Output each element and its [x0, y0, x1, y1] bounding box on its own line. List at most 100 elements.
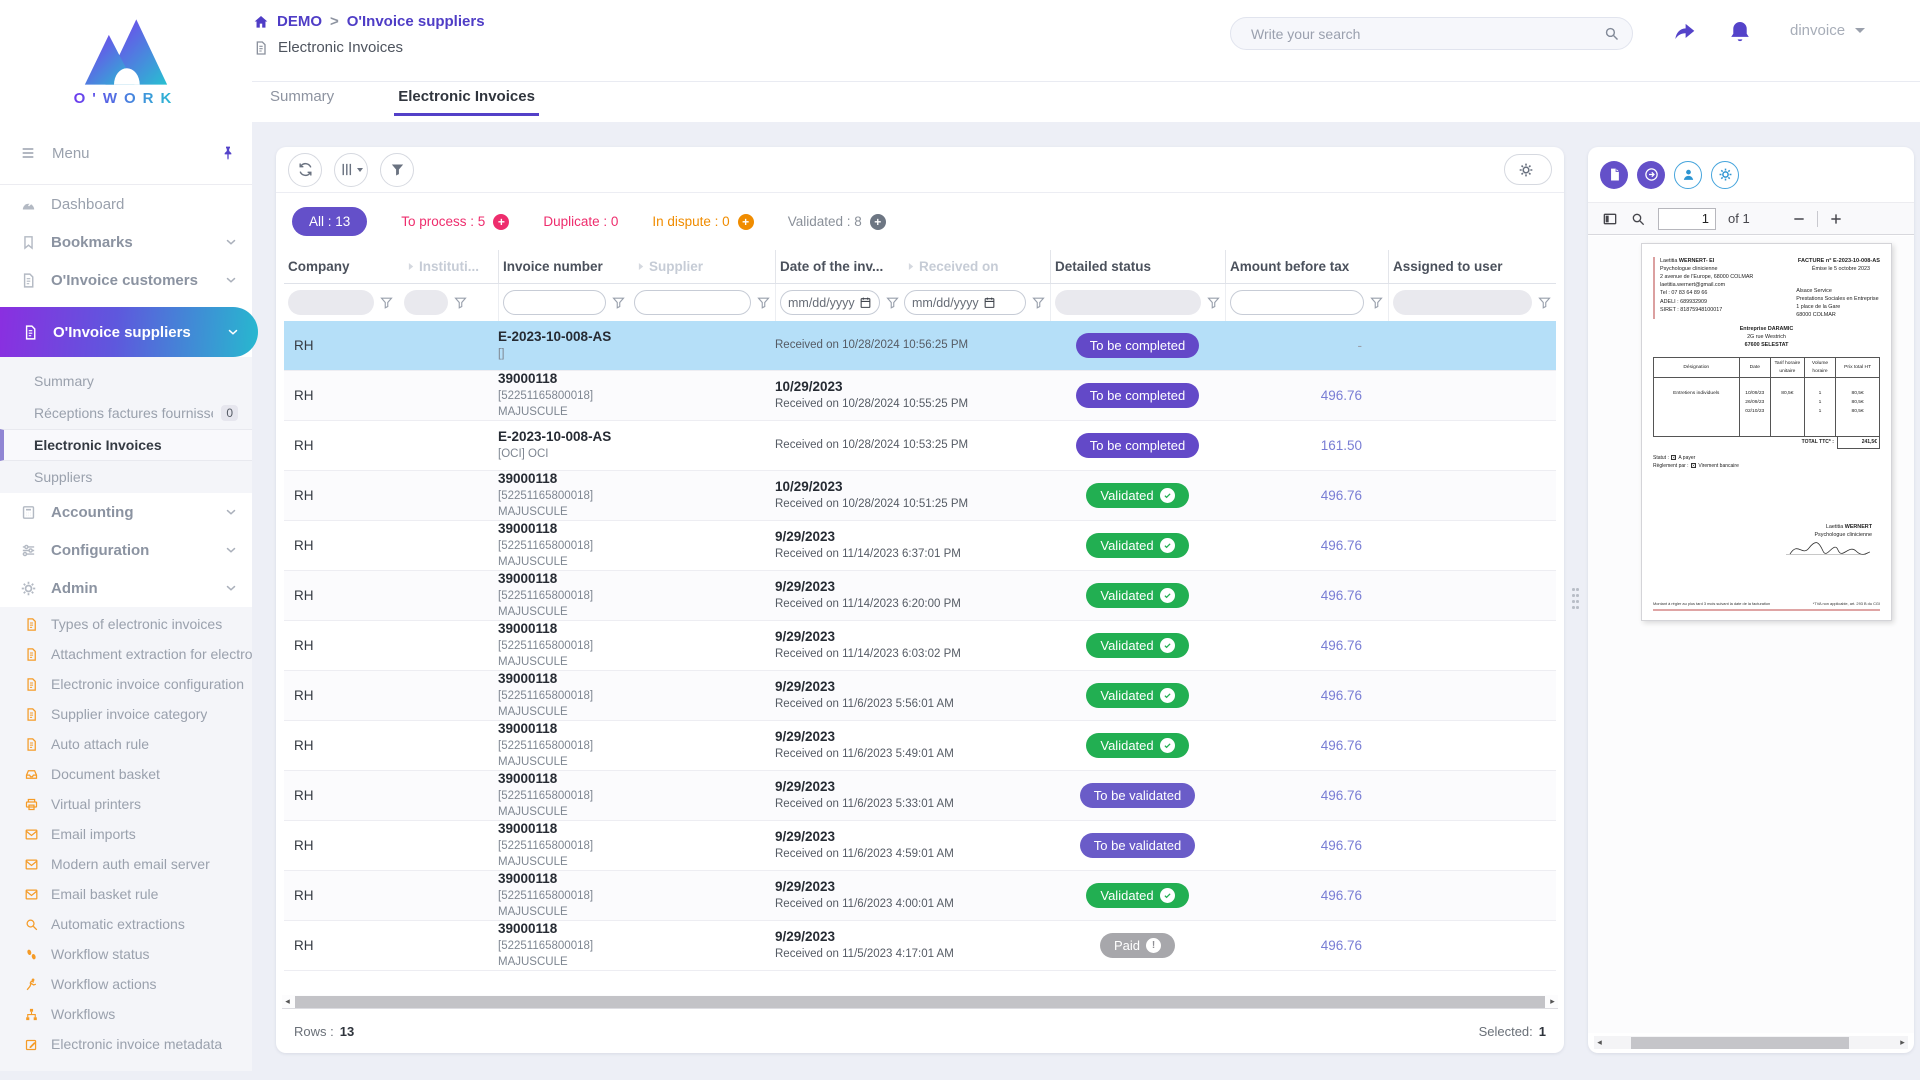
amount-link[interactable]: 496.76 [1225, 471, 1388, 520]
funnel-o-icon[interactable] [1031, 295, 1046, 310]
amount-link[interactable]: 496.76 [1225, 771, 1388, 820]
assign-user-button[interactable] [1674, 161, 1702, 189]
funnel-o-icon[interactable] [453, 295, 468, 310]
filter-pill-in-dispute[interactable]: In dispute : 0+ [652, 214, 753, 230]
column-header-company[interactable]: Company [284, 250, 400, 283]
scroll-right-arrow[interactable]: ▸ [1547, 997, 1558, 1006]
columns-button[interactable] [334, 153, 368, 187]
column-header-invoice-number[interactable]: Invoice number [498, 250, 630, 283]
sidebar-subitem-email-imports[interactable]: Email imports [0, 819, 252, 849]
scroll-left-arrow[interactable]: ◂ [282, 997, 293, 1006]
pdf-settings-button[interactable] [1711, 161, 1739, 189]
filter-button[interactable] [380, 153, 414, 187]
search-input[interactable] [1249, 25, 1603, 43]
column-header-instituti[interactable]: Instituti... [400, 250, 498, 283]
funnel-o-icon[interactable] [1369, 295, 1384, 310]
column-header-supplier[interactable]: Supplier [630, 250, 775, 283]
amount-link[interactable]: 496.76 [1225, 871, 1388, 920]
scroll-left-arrow[interactable]: ◂ [1594, 1038, 1605, 1047]
hamburger-icon[interactable] [20, 145, 36, 161]
sidebar-subitem-electronic-invoice-configuration[interactable]: Electronic invoice configuration [0, 669, 252, 699]
column-header-assigned-to-user[interactable]: Assigned to user [1388, 250, 1556, 283]
amount-link[interactable]: 496.76 [1225, 521, 1388, 570]
sidebar-subitem-r-ceptions-factures-fournisseurs[interactable]: Réceptions factures fournisseurs0 [0, 397, 252, 429]
sidebar-menu-toggle[interactable]: Menu [0, 122, 252, 185]
pin-icon[interactable] [220, 145, 236, 161]
column-header-date-of-the-inv[interactable]: Date of the inv... [775, 250, 900, 283]
sidebar-subitem-suppliers[interactable]: Suppliers [0, 461, 252, 493]
filter-pill-to-process[interactable]: To process : 5+ [401, 214, 509, 230]
user-menu[interactable]: dinvoice [1790, 22, 1865, 39]
plus-circle-icon[interactable]: + [738, 214, 754, 230]
table-row[interactable]: RH39000118[52251165800018] MAJUSCULE9/29… [284, 821, 1556, 871]
sidebar-subitem-workflow-status[interactable]: Workflow status [0, 939, 252, 969]
scroll-right-arrow[interactable]: ▸ [1897, 1038, 1908, 1047]
notifications-button[interactable] [1727, 19, 1753, 45]
funnel-o-icon[interactable] [379, 295, 394, 310]
table-row[interactable]: RH39000118[52251165800018] MAJUSCULE9/29… [284, 771, 1556, 821]
tab-summary[interactable]: Summary [266, 85, 338, 116]
table-settings-button[interactable] [1504, 154, 1552, 185]
sidebar-item-configuration[interactable]: Configuration [0, 531, 252, 569]
table-row[interactable]: RH39000118[52251165800018] MAJUSCULE9/29… [284, 521, 1556, 571]
amount-link[interactable]: 496.76 [1225, 921, 1388, 970]
sidebar-subitem-attachment-extraction-for-electron[interactable]: Attachment extraction for electron [0, 639, 252, 669]
sidebar-subitem-types-of-electronic-invoices[interactable]: Types of electronic invoices [0, 609, 252, 639]
funnel-o-icon[interactable] [1537, 295, 1552, 310]
app-logo[interactable]: O'WORK [0, 0, 252, 122]
filter-pill-validated[interactable]: Validated : 8+ [788, 214, 886, 230]
sidebar-subitem-email-basket-rule[interactable]: Email basket rule [0, 879, 252, 909]
sidebar-subitem-supplier-invoice-category[interactable]: Supplier invoice category [0, 699, 252, 729]
sidebar-item-bookmarks[interactable]: Bookmarks [0, 223, 252, 261]
filter-pill-duplicate[interactable]: Duplicate : 0 [543, 214, 618, 229]
amount-link[interactable]: 496.76 [1225, 721, 1388, 770]
page-number-input[interactable] [1658, 208, 1716, 230]
amount-link[interactable]: 496.76 [1225, 621, 1388, 670]
table-row[interactable]: RH39000118[52251165800018] MAJUSCULE9/29… [284, 571, 1556, 621]
zoom-out-icon[interactable] [1791, 211, 1807, 227]
sidebar-subitem-electronic-invoices[interactable]: Electronic Invoices [0, 429, 252, 461]
funnel-o-icon[interactable] [756, 295, 771, 310]
search-icon[interactable] [1630, 211, 1646, 227]
scrollbar-thumb[interactable] [1631, 1037, 1849, 1049]
sidebar-subitem-electronic-invoice-metadata[interactable]: Electronic invoice metadata [0, 1029, 252, 1059]
sidebar-subitem-summary[interactable]: Summary [0, 365, 252, 397]
filter-pill-all[interactable]: All : 13 [292, 207, 367, 236]
table-row[interactable]: RH39000118[52251165800018] MAJUSCULE10/2… [284, 371, 1556, 421]
amount-link[interactable]: 161.50 [1225, 421, 1388, 470]
open-invoice-button[interactable] [1637, 161, 1665, 189]
table-row[interactable]: RH39000118[52251165800018] MAJUSCULE10/2… [284, 471, 1556, 521]
plus-circle-icon[interactable]: + [493, 214, 509, 230]
sidebar-subitem-auto-attach-rule[interactable]: Auto attach rule [0, 729, 252, 759]
sidebar-subitem-virtual-printers[interactable]: Virtual printers [0, 789, 252, 819]
filter-input-amount-before-tax[interactable] [1230, 290, 1364, 315]
funnel-o-icon[interactable] [1206, 295, 1221, 310]
tab-electronic-invoices[interactable]: Electronic Invoices [394, 85, 539, 116]
filter-date-date-of-the-inv[interactable]: mm/dd/yyyy [780, 290, 880, 315]
search-icon[interactable] [1603, 25, 1620, 42]
sidebar-subitem-workflow-actions[interactable]: Workflow actions [0, 969, 252, 999]
sidebar-item-dashboard[interactable]: Dashboard [0, 185, 252, 223]
funnel-o-icon[interactable] [611, 295, 626, 310]
sidebar-item-admin[interactable]: Admin [0, 569, 252, 607]
scrollbar-thumb[interactable] [295, 996, 1545, 1008]
amount-link[interactable]: 496.76 [1225, 821, 1388, 870]
plus-circle-icon[interactable]: + [870, 214, 886, 230]
sidebar-toggle-icon[interactable] [1602, 211, 1618, 227]
download-pdf-button[interactable] [1600, 161, 1628, 189]
column-header-amount-before-tax[interactable]: Amount before tax [1225, 250, 1388, 283]
column-header-received-on[interactable]: Received on [900, 250, 1050, 283]
filter-input-supplier[interactable] [634, 290, 751, 315]
sidebar-subitem-automatic-extractions[interactable]: Automatic extractions [0, 909, 252, 939]
sidebar-item-o-invoice-customers[interactable]: O'Invoice customers [0, 261, 252, 299]
share-button[interactable] [1671, 19, 1697, 45]
sidebar-item-accounting[interactable]: Accounting [0, 493, 252, 531]
table-row[interactable]: RH39000118[52251165800018] MAJUSCULE9/29… [284, 921, 1556, 971]
filter-date-received-on[interactable]: mm/dd/yyyy [904, 290, 1026, 315]
amount-link[interactable]: 496.76 [1225, 671, 1388, 720]
sidebar-item-oinvoice-suppliers[interactable]: O'Invoice suppliers [0, 307, 258, 357]
table-row[interactable]: RH39000118[52251165800018] MAJUSCULE9/29… [284, 721, 1556, 771]
amount-link[interactable]: 496.76 [1225, 571, 1388, 620]
table-row[interactable]: RHE-2023-10-008-AS[]Received on 10/28/20… [284, 321, 1556, 371]
column-header-detailed-status[interactable]: Detailed status [1050, 250, 1225, 283]
